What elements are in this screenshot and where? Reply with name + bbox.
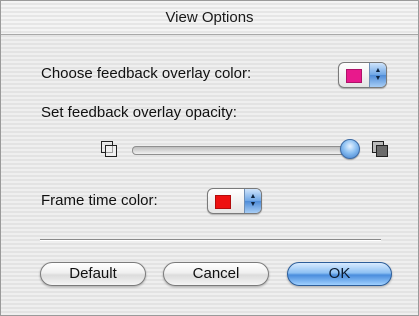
ok-button[interactable]: OK	[287, 262, 392, 286]
window-title: View Options	[1, 1, 418, 35]
default-button[interactable]: Default	[40, 262, 146, 286]
popup-arrows-icon: ▲ ▼	[244, 189, 261, 213]
popup-arrows-icon: ▲ ▼	[369, 63, 386, 87]
feedback-color-swatch	[346, 69, 362, 83]
separator-line	[40, 239, 381, 241]
opacity-slider-track[interactable]	[132, 146, 352, 155]
frame-time-color-swatch	[215, 195, 231, 209]
feedback-color-popup[interactable]: ▲ ▼	[338, 62, 387, 88]
cancel-button[interactable]: Cancel	[163, 262, 269, 286]
frame-time-color-label: Frame time color:	[41, 192, 158, 209]
view-options-dialog: View Options Choose feedback overlay col…	[0, 0, 419, 316]
opaque-square-icon	[372, 141, 388, 157]
opacity-slider-thumb[interactable]	[340, 139, 360, 159]
feedback-color-label: Choose feedback overlay color:	[41, 65, 252, 82]
frame-time-color-popup[interactable]: ▲ ▼	[207, 188, 262, 214]
transparent-squares-icon	[101, 141, 117, 157]
opacity-label: Set feedback overlay opacity:	[41, 104, 237, 121]
